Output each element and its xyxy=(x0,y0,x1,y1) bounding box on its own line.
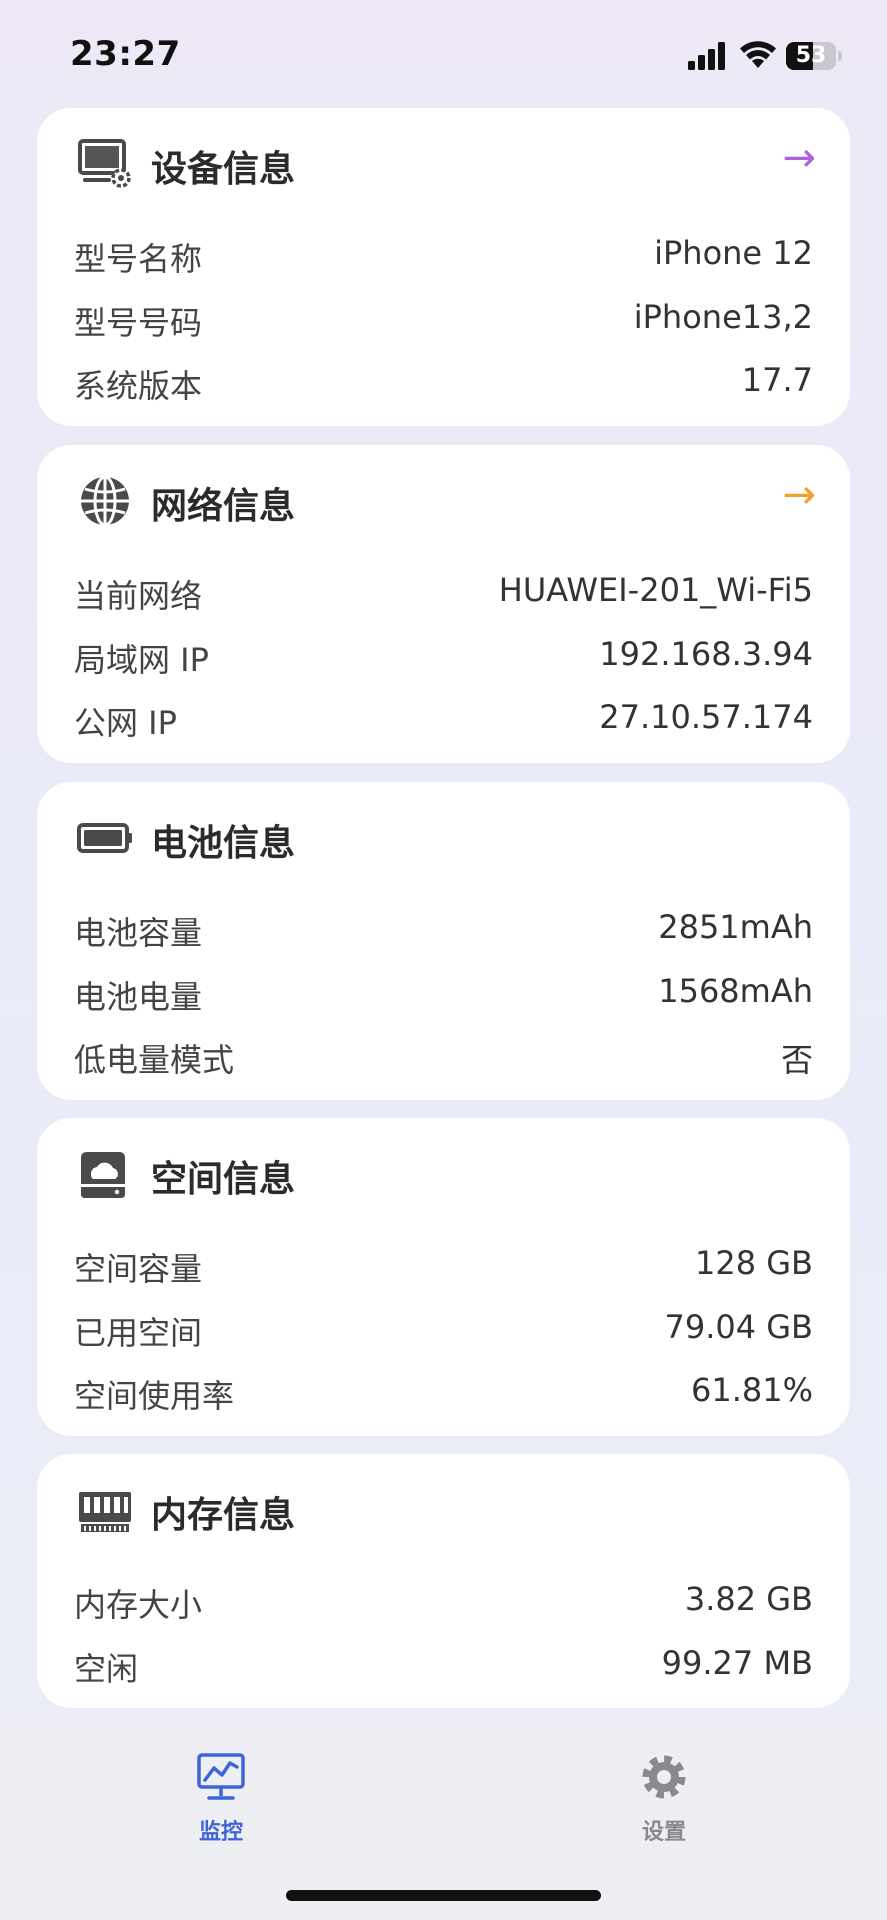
row-value: 1568mAh xyxy=(658,972,813,1010)
row-label: 内存大小 xyxy=(74,1586,203,1624)
row-value: iPhone13,2 xyxy=(633,298,813,336)
status-time: 23:27 xyxy=(70,34,181,74)
info-row: 系统版本 17.7 xyxy=(37,353,850,409)
home-indicator xyxy=(286,1890,601,1901)
gear-icon xyxy=(642,1755,686,1799)
row-label: 当前网络 xyxy=(74,577,203,615)
info-row: 低电量模式 否 xyxy=(37,1027,850,1083)
memory-info-card: 内存信息 内存大小 3.82 GB 空闲 99.27 MB xyxy=(37,1454,850,1708)
tab-settings-label: 设置 xyxy=(641,1820,686,1845)
row-label: 局域网 IP xyxy=(74,641,209,679)
monitor-chart-icon xyxy=(197,1753,245,1800)
card-header: 电池信息 xyxy=(37,782,850,892)
info-row: 当前网络 HUAWEI-201_Wi-Fi5 xyxy=(37,563,850,619)
device-detail-arrow-icon[interactable]: → xyxy=(782,136,816,180)
info-row: 空闲 99.27 MB xyxy=(37,1636,850,1692)
card-header: 网络信息 → xyxy=(37,445,850,555)
row-value: 79.04 GB xyxy=(664,1308,813,1346)
status-bar: 23:27 53 xyxy=(0,0,887,100)
row-value: 2851mAh xyxy=(658,908,813,946)
row-value: 61.81% xyxy=(690,1371,813,1409)
row-value: iPhone 12 xyxy=(654,234,813,272)
memory-chip-icon xyxy=(79,1492,131,1532)
device-card-title: 设备信息 xyxy=(151,149,296,190)
info-row: 空间使用率 61.81% xyxy=(37,1363,850,1419)
network-detail-arrow-icon[interactable]: → xyxy=(782,473,816,517)
row-label: 低电量模式 xyxy=(74,1041,235,1079)
row-label: 空间容量 xyxy=(74,1250,203,1288)
info-row: 已用空间 79.04 GB xyxy=(37,1300,850,1356)
row-label: 型号名称 xyxy=(74,240,203,278)
device-info-card[interactable]: 设备信息 → 型号名称 iPhone 12 型号号码 iPhone13,2 系统… xyxy=(37,108,850,426)
row-value: 3.82 GB xyxy=(684,1580,813,1618)
row-value: 27.10.57.174 xyxy=(599,698,813,736)
row-label: 空间使用率 xyxy=(74,1377,235,1415)
network-card-title: 网络信息 xyxy=(151,486,296,527)
battery-status-icon: 53 xyxy=(786,42,842,70)
cellular-signal-icon xyxy=(688,42,725,70)
tab-monitor[interactable]: 监控 xyxy=(161,1750,281,1860)
row-label: 已用空间 xyxy=(74,1314,203,1352)
info-row: 电池电量 1568mAh xyxy=(37,964,850,1020)
memory-card-title: 内存信息 xyxy=(151,1495,296,1536)
row-label: 电池容量 xyxy=(74,914,203,952)
storage-drive-icon xyxy=(81,1152,125,1198)
wifi-icon xyxy=(740,41,776,68)
row-label: 型号号码 xyxy=(74,304,203,342)
battery-icon xyxy=(77,823,132,853)
row-label: 公网 IP xyxy=(74,704,177,742)
row-value: HUAWEI-201_Wi-Fi5 xyxy=(498,571,813,609)
row-value: 99.27 MB xyxy=(661,1644,813,1682)
card-header: 内存信息 xyxy=(37,1454,850,1564)
battery-info-card: 电池信息 电池容量 2851mAh 电池电量 1568mAh 低电量模式 否 xyxy=(37,782,850,1100)
tab-monitor-label: 监控 xyxy=(198,1820,243,1845)
row-label: 系统版本 xyxy=(74,367,203,405)
row-value: 17.7 xyxy=(741,361,813,399)
battery-percentage: 53 xyxy=(795,43,827,68)
battery-card-title: 电池信息 xyxy=(151,823,296,864)
network-info-card[interactable]: 网络信息 → 当前网络 HUAWEI-201_Wi-Fi5 局域网 IP 192… xyxy=(37,445,850,763)
row-value: 否 xyxy=(780,1041,813,1079)
storage-info-card: 空间信息 空间容量 128 GB 已用空间 79.04 GB 空间使用率 61.… xyxy=(37,1118,850,1436)
info-row: 电池容量 2851mAh xyxy=(37,900,850,956)
info-row: 公网 IP 27.10.57.174 xyxy=(37,690,850,746)
storage-card-title: 空间信息 xyxy=(151,1159,296,1200)
row-value: 192.168.3.94 xyxy=(599,635,813,673)
info-row: 空间容量 128 GB xyxy=(37,1236,850,1292)
tab-settings[interactable]: 设置 xyxy=(604,1750,724,1860)
monitor-gear-icon xyxy=(78,139,131,188)
row-label: 空闲 xyxy=(74,1650,139,1688)
info-row: 型号名称 iPhone 12 xyxy=(37,226,850,282)
globe-icon xyxy=(81,475,129,527)
card-header: 设备信息 → xyxy=(37,108,850,218)
card-header: 空间信息 xyxy=(37,1118,850,1228)
info-row: 型号号码 iPhone13,2 xyxy=(37,290,850,346)
row-value: 128 GB xyxy=(695,1244,813,1282)
info-row: 局域网 IP 192.168.3.94 xyxy=(37,627,850,683)
row-label: 电池电量 xyxy=(74,978,203,1016)
info-row: 内存大小 3.82 GB xyxy=(37,1572,850,1628)
